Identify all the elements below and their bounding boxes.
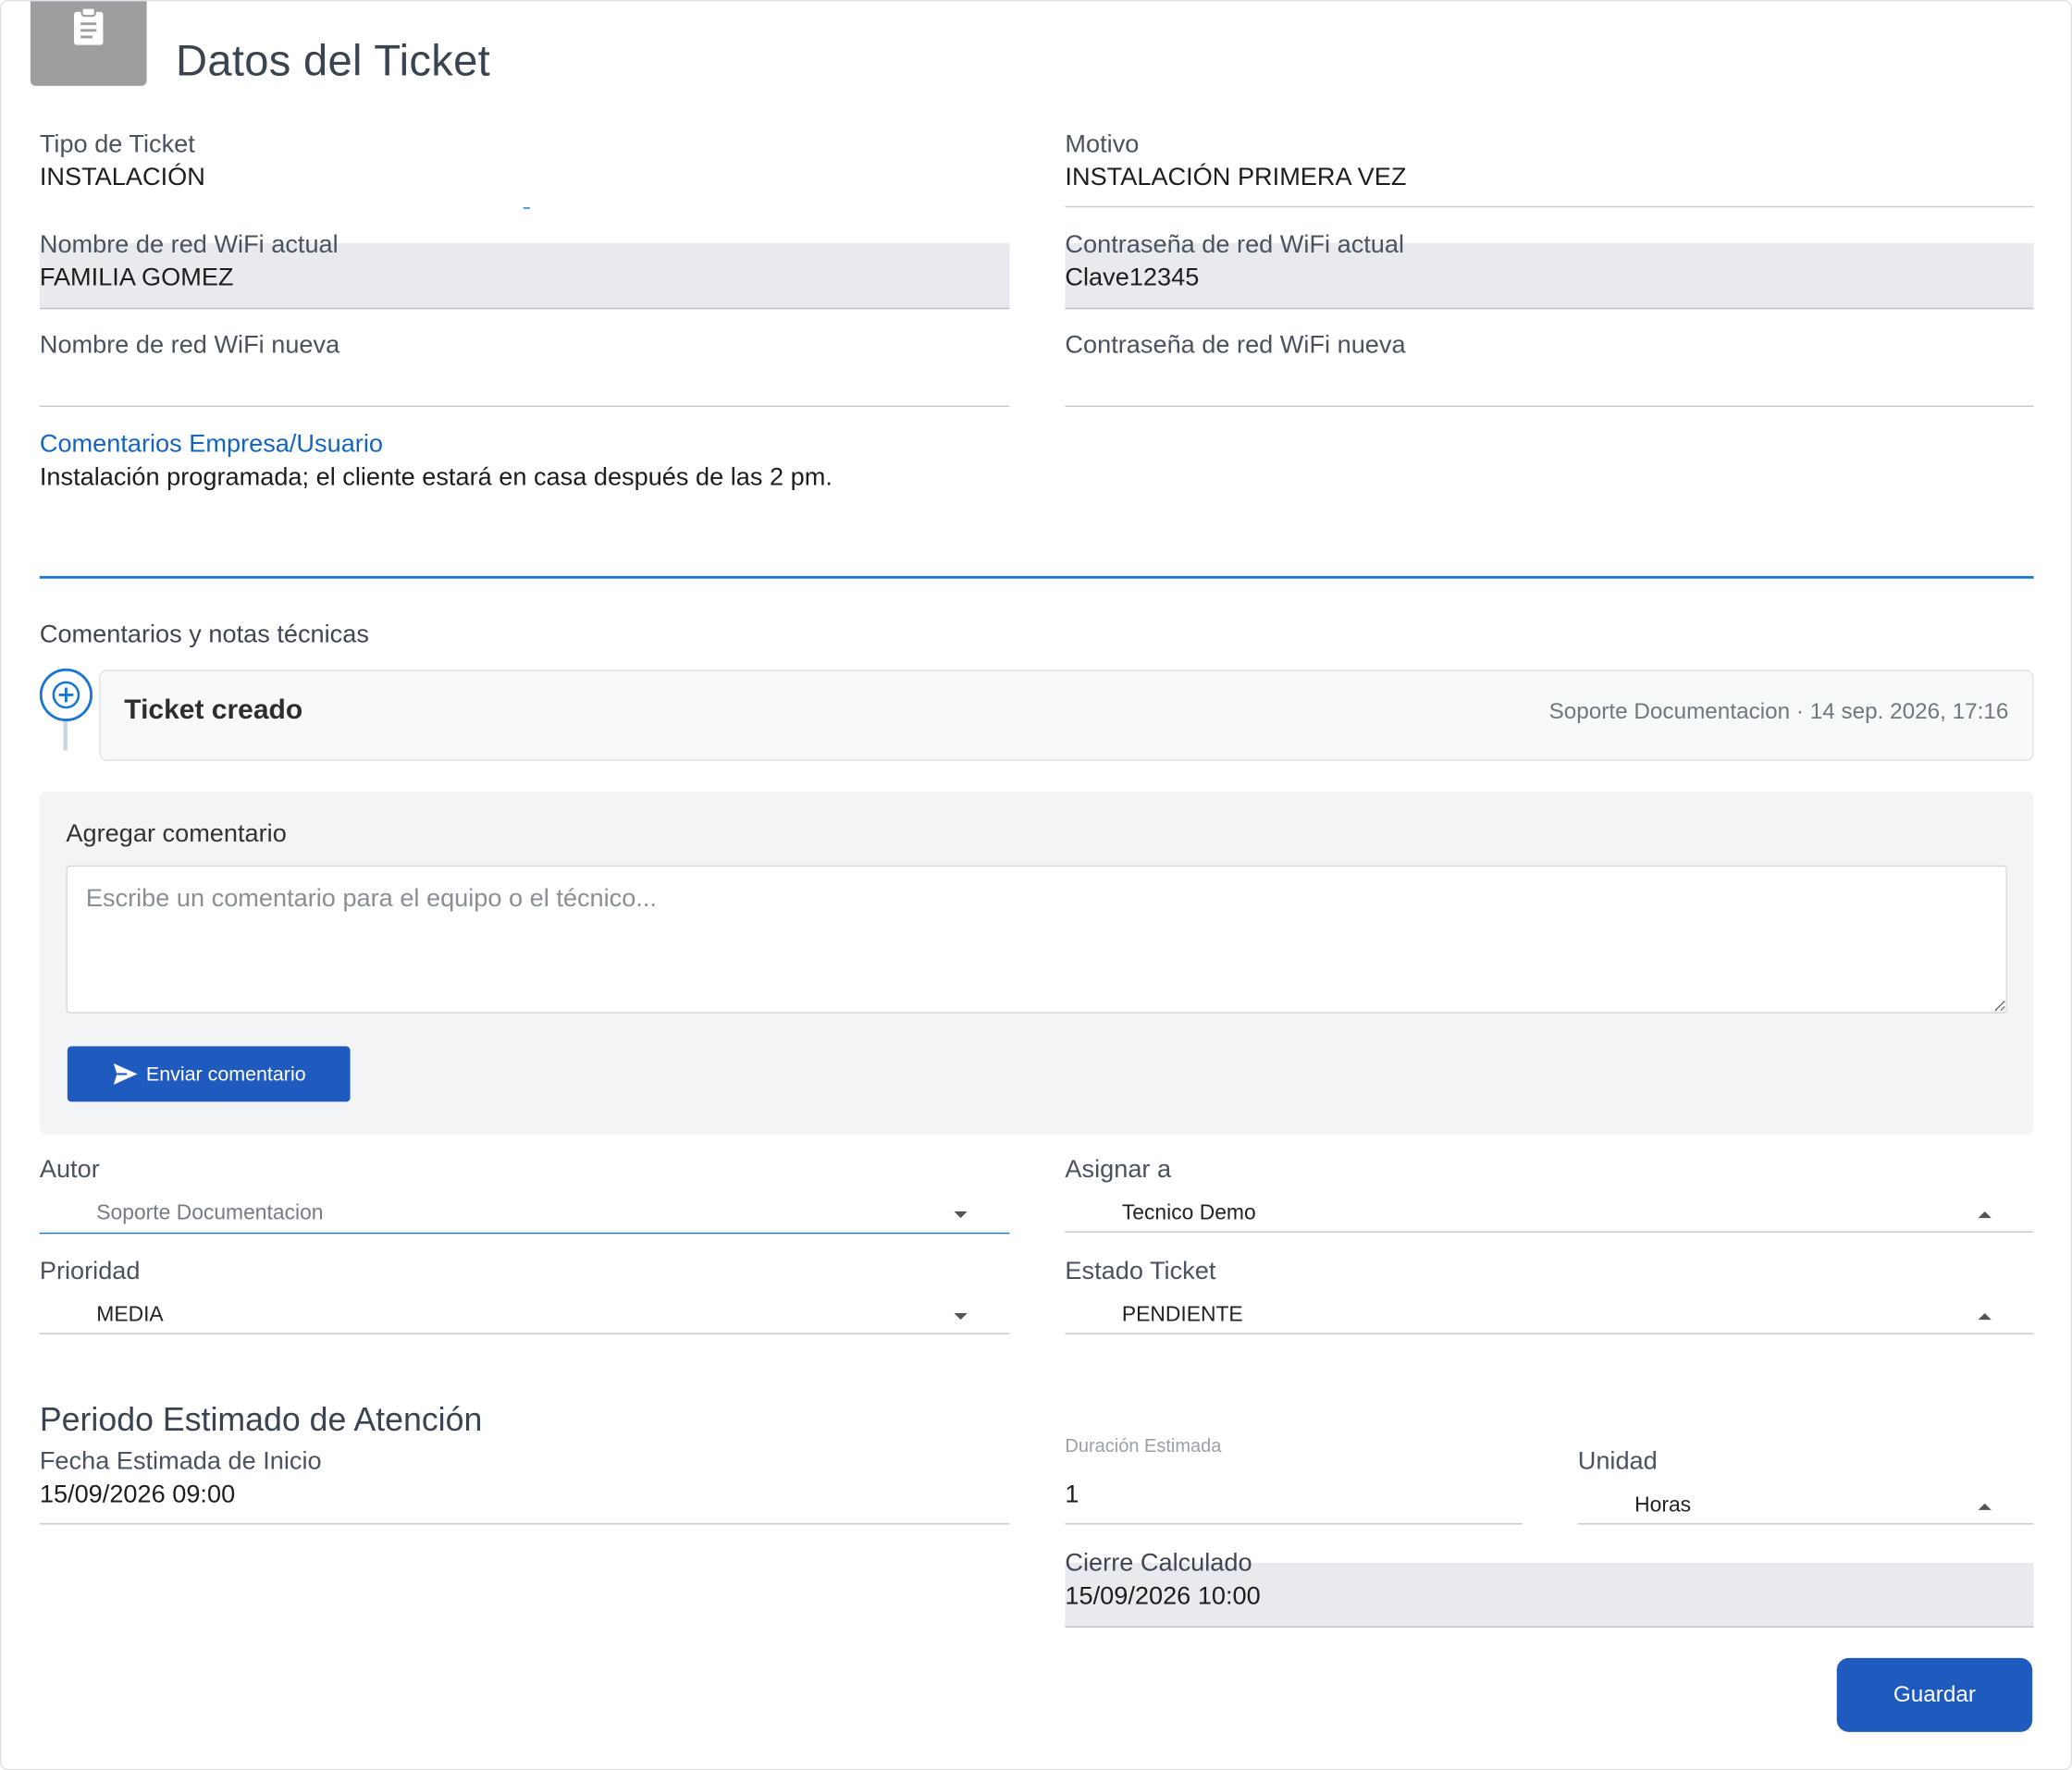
chevron-up-icon <box>1978 1503 1992 1510</box>
send-icon <box>113 1063 137 1085</box>
timeline-item: Ticket creado Soporte Documentacion · 14… <box>99 670 2034 761</box>
unidad-underline <box>1577 1523 2034 1525</box>
pass-actual-value: Clave12345 <box>1065 264 1200 292</box>
duracion-input[interactable]: 1 <box>1065 1479 1522 1513</box>
chevron-down-icon <box>954 1312 968 1321</box>
tipo-ticket-label: Tipo de Ticket <box>39 130 195 159</box>
cierre-label: Cierre Calculado <box>1065 1549 1252 1578</box>
clipboard-icon <box>30 1 147 86</box>
focus-indicator <box>523 207 530 209</box>
ticket-card: Datos del Ticket Tipo de Ticket INSTALAC… <box>0 0 2072 1770</box>
duracion-label: Duración Estimada <box>1065 1434 1222 1457</box>
motivo-field: Motivo INSTALACIÓN PRIMERA VEZ <box>1065 129 2033 195</box>
notes-section-label: Comentarios y notas técnicas <box>40 620 369 651</box>
unidad-select[interactable]: Unidad Horas <box>1578 1446 2034 1526</box>
pass-nueva-field[interactable]: Contraseña de red WiFi nueva <box>1065 330 2033 362</box>
autor-value: Soporte Documentacion <box>96 1201 324 1225</box>
chevron-up-icon <box>1978 1211 1992 1219</box>
autor-label: Autor <box>39 1155 100 1184</box>
motivo-underline <box>1065 205 2034 208</box>
pass-nueva-label: Contraseña de red WiFi nueva <box>1065 331 1406 360</box>
prioridad-dropdown[interactable]: MEDIA <box>40 1301 1010 1335</box>
inicio-underline <box>39 1523 1010 1525</box>
asignar-label: Asignar a <box>1065 1155 1172 1184</box>
pass-nueva-underline <box>1065 405 2034 407</box>
wifi-nueva-field[interactable]: Nombre de red WiFi nueva <box>40 330 1010 362</box>
wifi-nueva-underline <box>39 405 1010 407</box>
motivo-label: Motivo <box>1065 130 1140 159</box>
prioridad-select[interactable]: Prioridad MEDIA <box>40 1257 1010 1336</box>
inicio-field[interactable]: Fecha Estimada de Inicio 15/09/2026 09:0… <box>40 1446 1010 1512</box>
comentarios-value[interactable]: Instalación programada; el cliente estar… <box>40 461 2034 496</box>
timeline-connector <box>63 720 68 751</box>
asignar-value: Tecnico Demo <box>1121 1201 1256 1225</box>
unidad-value: Horas <box>1634 1493 1692 1517</box>
autor-dropdown[interactable]: Soporte Documentacion <box>40 1199 1010 1234</box>
cierre-field: Cierre Calculado 15/09/2026 10:00 <box>1065 1548 2033 1614</box>
wifi-nueva-label: Nombre de red WiFi nueva <box>39 331 340 360</box>
prioridad-label: Prioridad <box>39 1257 141 1285</box>
timeline-item-meta: Soporte Documentacion · 14 sep. 2026, 17… <box>1548 698 2009 724</box>
autor-underline <box>39 1232 1010 1235</box>
estado-value: PENDIENTE <box>1121 1303 1243 1327</box>
inicio-label: Fecha Estimada de Inicio <box>39 1447 322 1476</box>
estado-dropdown[interactable]: PENDIENTE <box>1065 1301 2033 1335</box>
add-circle-icon <box>39 668 92 721</box>
asignar-underline <box>1065 1231 2034 1233</box>
cierre-value: 15/09/2026 10:00 <box>1065 1582 1261 1611</box>
asignar-dropdown[interactable]: Tecnico Demo <box>1065 1199 2033 1234</box>
timeline-item-title: Ticket creado <box>124 694 303 726</box>
tipo-ticket-field: Tipo de Ticket INSTALACIÓN <box>40 129 1010 195</box>
chevron-down-icon <box>954 1211 968 1219</box>
save-button[interactable]: Guardar <box>1836 1657 2033 1732</box>
asignar-select[interactable]: Asignar a Tecnico Demo <box>1065 1155 2033 1235</box>
page-title: Datos del Ticket <box>175 35 490 85</box>
prioridad-underline <box>39 1333 1010 1334</box>
wifi-actual-value: FAMILIA GOMEZ <box>39 264 234 292</box>
comentarios-label: Comentarios Empresa/Usuario <box>39 430 383 459</box>
notes-section-title: Comentarios y notas técnicas <box>39 621 369 649</box>
add-comment-label: Agregar comentario <box>66 820 287 849</box>
send-comment-button[interactable]: Enviar comentario <box>67 1046 351 1102</box>
send-comment-label: Enviar comentario <box>145 1063 306 1086</box>
wifi-actual-label: Nombre de red WiFi actual <box>39 230 339 259</box>
inicio-input[interactable]: 15/09/2026 09:00 <box>40 1479 1010 1513</box>
wifi-actual-field: Nombre de red WiFi actual FAMILIA GOMEZ <box>40 230 1010 296</box>
pass-actual-field: Contraseña de red WiFi actual Clave12345 <box>1065 230 2033 296</box>
unidad-dropdown[interactable]: Horas <box>1578 1492 2034 1526</box>
periodo-title: Periodo Estimado de Atención <box>39 1401 483 1439</box>
tipo-ticket-value: INSTALACIÓN <box>39 164 205 192</box>
comentarios-underline <box>39 575 2034 579</box>
estado-underline <box>1065 1333 2034 1334</box>
duracion-field[interactable]: 1 <box>1065 1479 1522 1513</box>
prioridad-value: MEDIA <box>96 1303 164 1327</box>
chevron-up-icon <box>1978 1312 1992 1321</box>
comentarios-field[interactable]: Comentarios Empresa/Usuario Instalación … <box>40 429 2034 495</box>
unidad-label: Unidad <box>1577 1447 1658 1476</box>
estado-label: Estado Ticket <box>1065 1257 1216 1285</box>
estado-select[interactable]: Estado Ticket PENDIENTE <box>1065 1257 2033 1336</box>
motivo-value: INSTALACIÓN PRIMERA VEZ <box>1065 164 1407 192</box>
autor-select[interactable]: Autor Soporte Documentacion <box>40 1155 1010 1235</box>
add-comment-panel: Agregar comentario Enviar comentario <box>39 791 2034 1136</box>
duracion-underline <box>1065 1523 1523 1525</box>
pass-actual-label: Contraseña de red WiFi actual <box>1065 230 1405 259</box>
comment-textarea[interactable] <box>66 865 2007 1014</box>
